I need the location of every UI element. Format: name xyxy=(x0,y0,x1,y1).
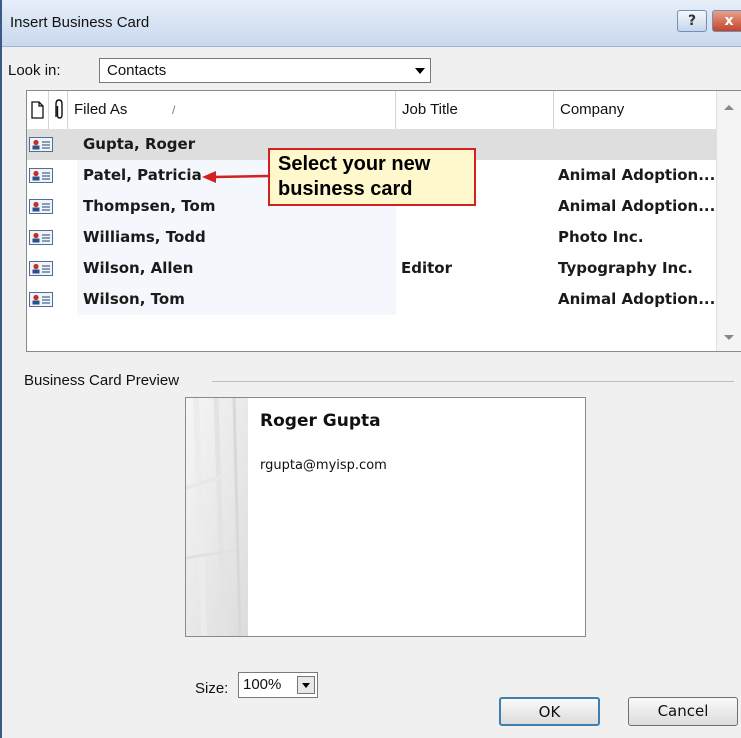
cell-company: Animal Adoption... xyxy=(558,197,716,215)
cell-job-title: Editor xyxy=(401,259,452,277)
title-bar: Insert Business Card ? x xyxy=(2,0,741,47)
list-header: Filed As / Job Title Company xyxy=(27,91,717,130)
cell-company: Animal Adoption... xyxy=(558,166,716,184)
table-row[interactable]: Williams, Todd Photo Inc. xyxy=(27,222,717,253)
cell-filed-as: Williams, Todd xyxy=(83,228,206,246)
cell-company: Animal Adoption... xyxy=(558,290,716,308)
ok-button[interactable]: OK xyxy=(499,697,600,726)
contact-card-icon xyxy=(29,292,53,307)
contact-card-icon xyxy=(29,137,53,152)
cell-job-title xyxy=(401,222,551,253)
header-job-title-label: Job Title xyxy=(402,101,458,118)
cell-company xyxy=(558,129,716,160)
chevron-down-icon xyxy=(302,683,310,688)
cancel-button[interactable]: Cancel xyxy=(628,697,738,726)
header-filed-as-label: Filed As xyxy=(74,101,128,118)
chevron-down-icon xyxy=(415,68,425,74)
contact-card-icon xyxy=(29,168,53,183)
table-row[interactable]: Wilson, Tom Animal Adoption... xyxy=(27,284,717,315)
contact-card-icon xyxy=(29,199,53,214)
scroll-down-icon[interactable] xyxy=(724,335,734,340)
instruction-callout: Select your new business card xyxy=(268,148,476,206)
preview-group-divider xyxy=(212,381,734,382)
vertical-scrollbar[interactable] xyxy=(716,91,741,351)
sort-indicator-icon: / xyxy=(172,103,176,117)
header-job-title[interactable]: Job Title xyxy=(396,91,554,129)
header-attachment-column[interactable] xyxy=(49,91,68,129)
card-decoration-image xyxy=(186,398,248,636)
dialog-title: Insert Business Card xyxy=(10,14,150,31)
size-label: Size: xyxy=(195,680,229,697)
paperclip-icon xyxy=(55,99,63,119)
table-row[interactable]: Wilson, Allen Editor Typography Inc. xyxy=(27,253,717,284)
look-in-value: Contacts xyxy=(107,62,167,79)
scroll-up-icon[interactable] xyxy=(724,105,734,110)
size-dropdown[interactable]: 100% xyxy=(238,672,318,698)
callout-line-2: business card xyxy=(278,178,413,200)
contact-card-icon xyxy=(29,261,53,276)
business-card-preview-label: Business Card Preview xyxy=(24,372,180,389)
cell-filed-as: Wilson, Allen xyxy=(83,259,194,277)
size-value: 100% xyxy=(243,676,282,693)
business-card-preview: Roger Gupta rgupta@myisp.com xyxy=(185,397,586,637)
help-button[interactable]: ? xyxy=(677,10,707,32)
card-contact-name: Roger Gupta xyxy=(260,411,381,431)
look-in-label: Look in: xyxy=(8,62,61,79)
close-button[interactable]: x xyxy=(712,10,741,32)
header-company[interactable]: Company xyxy=(554,91,717,129)
card-contact-email: rgupta@myisp.com xyxy=(260,458,387,473)
document-icon xyxy=(31,101,44,119)
contact-card-icon xyxy=(29,230,53,245)
cell-job-title xyxy=(401,284,551,315)
callout-line-1: Select your new xyxy=(278,153,431,175)
look-in-dropdown[interactable]: Contacts xyxy=(99,58,431,83)
header-icon-column[interactable] xyxy=(27,91,49,129)
header-company-label: Company xyxy=(560,101,625,118)
header-filed-as[interactable]: Filed As / xyxy=(68,91,396,129)
cell-company: Typography Inc. xyxy=(558,259,693,277)
insert-business-card-dialog: Insert Business Card ? x Look in: Contac… xyxy=(0,0,741,738)
size-dropdown-button[interactable] xyxy=(297,676,315,694)
cell-company: Photo Inc. xyxy=(558,228,644,246)
contacts-list[interactable]: Filed As / Job Title Company Gupta, Roge… xyxy=(26,90,741,352)
cell-filed-as: Wilson, Tom xyxy=(83,290,185,308)
